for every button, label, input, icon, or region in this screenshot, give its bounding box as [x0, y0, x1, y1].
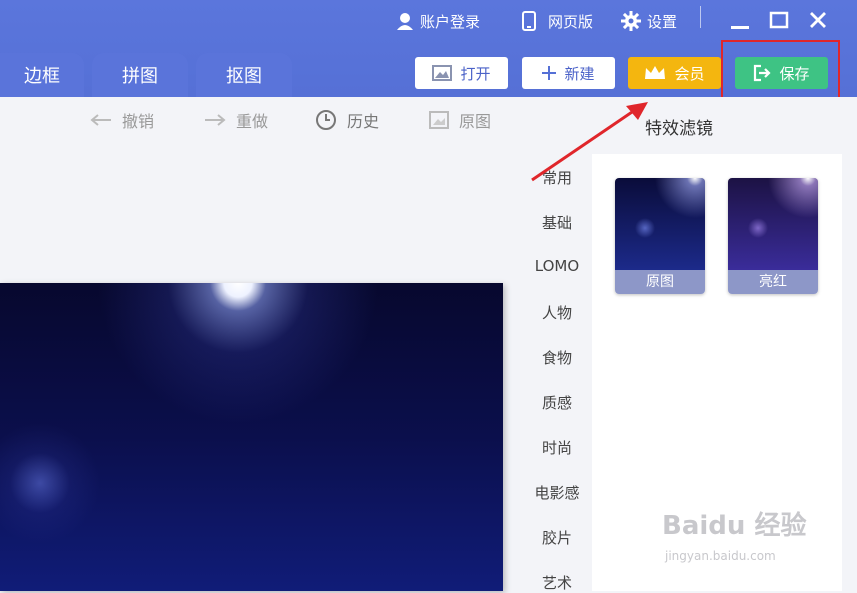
- new-label: 新建: [564, 64, 595, 83]
- category-film[interactable]: 胶片: [522, 527, 592, 548]
- account-login-label: 账户登录: [420, 12, 481, 31]
- original-button[interactable]: 原图: [429, 108, 491, 132]
- baidu-watermark: Baidu 经验: [662, 511, 807, 541]
- filter-original[interactable]: 原图: [615, 178, 705, 294]
- category-food[interactable]: 食物: [522, 347, 592, 368]
- crown-icon: [645, 66, 666, 79]
- plus-icon: [542, 66, 557, 80]
- photo-canvas[interactable]: [0, 283, 503, 591]
- vip-button[interactable]: 会员: [628, 57, 721, 89]
- web-version-label: 网页版: [548, 12, 594, 31]
- close-icon: [810, 12, 826, 28]
- minimize-icon: [731, 26, 749, 29]
- close-button[interactable]: [807, 9, 829, 31]
- category-lomo[interactable]: LOMO: [522, 257, 592, 275]
- category-fashion[interactable]: 时尚: [522, 437, 592, 458]
- settings-button[interactable]: 设置: [621, 8, 677, 34]
- undo-button[interactable]: 撤销: [90, 108, 154, 132]
- user-icon: [397, 13, 413, 30]
- tab-collage[interactable]: 拼图: [92, 53, 188, 97]
- vip-label: 会员: [674, 64, 705, 83]
- tab-border-label: 边框: [24, 66, 60, 87]
- maximize-button[interactable]: [768, 9, 790, 31]
- filter-original-label: 原图: [615, 270, 705, 294]
- history-label: 历史: [347, 112, 380, 131]
- redo-label: 重做: [236, 112, 269, 131]
- original-label: 原图: [459, 112, 492, 131]
- account-login-button[interactable]: 账户登录: [396, 8, 480, 34]
- image-icon: [432, 65, 453, 81]
- tab-border[interactable]: 边框: [0, 53, 84, 97]
- open-button[interactable]: 打开: [415, 57, 508, 89]
- original-image-icon: [429, 111, 449, 129]
- maximize-icon: [769, 11, 789, 29]
- gear-icon: [621, 11, 641, 31]
- category-portrait[interactable]: 人物: [522, 302, 592, 323]
- web-version-button[interactable]: 网页版: [522, 8, 593, 34]
- window-controls-divider: [700, 6, 701, 28]
- category-art[interactable]: 艺术: [522, 572, 592, 593]
- arrow-left-icon: [90, 114, 111, 126]
- annotation-arrow: [531, 102, 648, 182]
- baidu-watermark-url: jingyan.baidu.com: [665, 549, 776, 563]
- filter-bright-red-thumbnail: [728, 178, 818, 270]
- history-button[interactable]: 历史: [315, 108, 379, 132]
- category-basic[interactable]: 基础: [522, 212, 592, 233]
- arrow-right-icon: [205, 114, 226, 126]
- minimize-button[interactable]: [729, 9, 751, 31]
- tab-cutout[interactable]: 抠图: [196, 53, 292, 97]
- category-cinematic[interactable]: 电影感: [522, 482, 592, 503]
- settings-label: 设置: [647, 12, 678, 31]
- filter-bright-red-label: 亮红: [728, 270, 818, 294]
- redo-button[interactable]: 重做: [204, 108, 268, 132]
- new-button[interactable]: 新建: [522, 57, 615, 89]
- filter-original-thumbnail: [615, 178, 705, 270]
- open-label: 打开: [460, 64, 491, 83]
- phone-icon: [522, 11, 536, 31]
- tab-collage-label: 拼图: [122, 66, 158, 87]
- filter-bright-red[interactable]: 亮红: [728, 178, 818, 294]
- undo-label: 撤销: [122, 112, 155, 131]
- tab-cutout-label: 抠图: [226, 66, 262, 87]
- clock-icon: [316, 110, 336, 130]
- category-texture[interactable]: 质感: [522, 392, 592, 413]
